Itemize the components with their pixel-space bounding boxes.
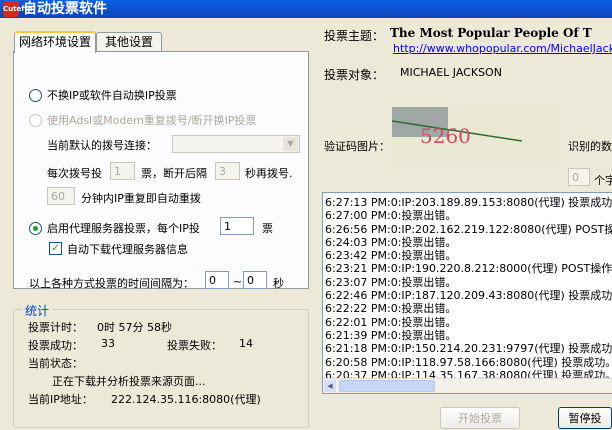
success-count: 33 [101,337,115,350]
label-per-dial: 每次拨号投 [47,167,102,180]
tab-other-settings[interactable]: 其他设置 [96,32,162,52]
label-status: 当前状态： [28,357,83,370]
vote-topic-value: The Most Popular People Of T [390,26,592,40]
per-dial-votes-input[interactable]: 1 [110,162,135,180]
scroll-left-icon[interactable]: ◀ [324,380,336,392]
log-lines: 6:27:13 PM:0:IP:203.189.89.153:8080(代理) … [323,193,612,382]
statistics-group: 统计 投票计时： 0时 57分 58秒 投票成功： 33 投票失败： 14 当前… [13,302,309,428]
chevron-down-icon[interactable]: ▼ [283,137,298,151]
horizontal-scrollbar[interactable]: ◀ [323,378,612,393]
interval-max-input[interactable]: 0 [243,271,267,289]
scroll-thumb[interactable] [339,380,435,392]
label-timer: 投票计时： [28,321,83,334]
log-line: 6:23:42 PM:0:投票出错。 [325,249,457,263]
proxy-votes-input[interactable]: 1 [220,217,254,235]
label-reconnect-suffix: 秒再拨号. [245,167,293,180]
radio-no-ip-change[interactable] [29,89,42,102]
status-value: 正在下载并分析投票来源页面... [52,375,206,388]
log-line: 6:22:22 PM:0:投票出错。 [325,302,457,316]
captcha-image: 5260 [392,107,558,163]
label-fail: 投票失败： [167,339,222,352]
label-success: 投票成功： [28,339,83,352]
log-line: 6:24:03 PM:0:投票出错。 [325,235,457,249]
log-line: 6:23:07 PM:0:投票出错。 [325,275,457,289]
vote-topic-link[interactable]: http://www.whopopular.com/MichaelJackson [393,42,612,55]
start-vote-button[interactable]: 开始投票 [440,407,520,429]
auto-download-checkbox[interactable]: ✓ [49,242,62,255]
dial-connection-select[interactable]: ▼ [172,135,300,153]
label-recognized: 识别的数 [568,140,612,153]
log-line: 6:22:46 PM:0:IP:187.120.209.43:8080(代理) … [325,289,612,303]
log-line: 6:27:13 PM:0:IP:203.189.89.153:8080(代理) … [325,196,612,209]
label-redial-suffix: 分钟内IP重复即自动重拨 [81,192,201,205]
label-digit-count-suffix: 个字 [594,174,612,187]
digit-count-input[interactable]: 0 [568,168,590,186]
label-adsl-redial: 使用Adsl或Modem重复拨号/断开换IP投票 [47,114,257,127]
radio-adsl-redial[interactable] [29,114,42,127]
label-vote-target: 投票对象： [324,68,385,82]
label-no-ip-change: 不换IP或软件自动换IP投票 [47,89,177,102]
fail-count: 14 [239,337,253,350]
radio-selected-dot [33,226,38,231]
vote-target-value: MICHAEL JACKSON [400,66,502,79]
label-per-dial-suffix: 票，断开后隔 [141,167,207,180]
log-line: 6:27:00 PM:0:投票出错。 [325,209,457,223]
pause-vote-button[interactable]: 暂停投 [558,407,612,429]
interval-min-input[interactable]: 0 [205,271,229,289]
right-panel: 投票主题： The Most Popular People Of T http:… [316,18,612,429]
log-line: 6:22:01 PM:0:投票出错。 [325,315,457,329]
label-current-ip: 当前IP地址： [28,393,93,406]
reconnect-seconds-input[interactable]: 3 [215,162,240,180]
title-bar[interactable]: Cuteftp 自动投票软件 [0,0,612,18]
tab-network-settings[interactable]: 网络环境设置 [14,31,96,53]
vote-log[interactable]: 6:27:13 PM:0:IP:203.189.89.153:8080(代理) … [322,192,612,394]
label-captcha: 验证码图片： [324,140,390,153]
label-interval-unit: 秒 [273,277,284,290]
interval-separator: ~ [233,275,243,288]
log-line: 6:23:21 PM:0:IP:190.220.8.212:8000(代理) P… [325,262,612,276]
window-title: 自动投票软件 [23,1,107,17]
log-line: 6:21:18 PM:0:IP:150.214.20.231:9797(代理) … [325,342,612,356]
captcha-strike-line [392,120,523,142]
redial-minutes-input[interactable]: 60 [47,187,75,205]
log-line: 6:20:58 PM:0:IP:118.97.58.166:8080(代理) 投… [325,355,612,369]
statistics-title: 统计 [22,302,53,319]
log-line: 6:21:39 PM:0:投票出错。 [325,328,457,342]
label-interval: 以上各种方式投票的时间间隔为： [29,277,194,290]
label-auto-download: 自动下载代理服务器信息 [67,243,188,256]
timer-value: 0时 57分 58秒 [97,321,172,334]
left-panel: 网络环境设置 其他设置 不换IP或软件自动换IP投票 使用Adsl或Modem重… [0,18,316,428]
current-ip-value: 222.124.35.116:8080(代理) [111,393,261,406]
label-dial-connection: 当前默认的拨号连接： [47,139,157,152]
radio-proxy-server[interactable] [29,222,42,235]
log-line: 6:26:56 PM:0:IP:202.162.219.122:8080(代理)… [325,222,612,236]
label-proxy-server: 启用代理服务器投票，每个IP投 [47,222,200,235]
label-proxy-votes-suffix: 票 [262,222,273,235]
network-settings-panel: 不换IP或软件自动换IP投票 使用Adsl或Modem重复拨号/断开换IP投票 … [13,51,309,290]
label-vote-topic: 投票主题： [324,29,385,43]
app-icon: Cuteftp [3,1,33,17]
captcha-text: 5260 [420,124,471,148]
